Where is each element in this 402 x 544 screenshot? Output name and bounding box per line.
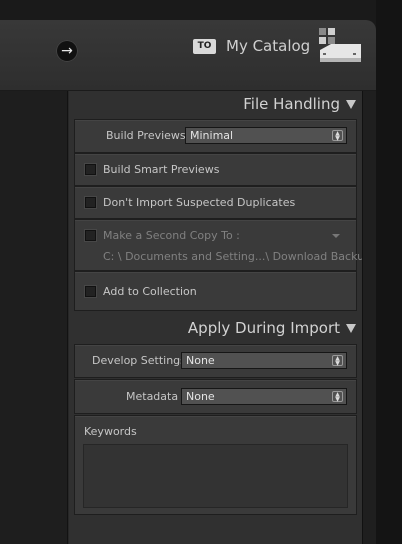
destination-settings-panel: File Handling Build Previews Minimal ▲ ▼ … xyxy=(69,91,376,544)
second-copy-dropdown-icon[interactable] xyxy=(332,234,340,238)
stepper-icon: ▲ ▼ xyxy=(332,130,343,142)
dont-import-duplicates-label[interactable]: Don't Import Suspected Duplicates xyxy=(103,196,295,209)
apply-during-import-header[interactable]: Apply During Import xyxy=(69,316,362,340)
develop-settings-label: Develop Settings xyxy=(92,354,186,367)
build-previews-value: Minimal xyxy=(190,129,234,142)
arrow-right-icon[interactable]: → xyxy=(56,40,78,62)
metadata-label: Metadata xyxy=(126,390,179,403)
keywords-input[interactable] xyxy=(83,444,348,508)
background-edge xyxy=(376,0,402,544)
metadata-value: None xyxy=(186,390,215,403)
file-handling-header[interactable]: File Handling xyxy=(69,92,362,116)
develop-settings-row: Develop Settings None ▲ ▼ xyxy=(74,344,357,378)
build-previews-label: Build Previews xyxy=(106,129,186,142)
collapse-triangle-icon[interactable] xyxy=(346,324,356,333)
import-window: → TO My Catalog File Handling Build Prev… xyxy=(0,20,376,544)
build-smart-previews-label[interactable]: Build Smart Previews xyxy=(103,163,219,176)
metadata-row: Metadata None ▲ ▼ xyxy=(74,379,357,414)
to-badge: TO xyxy=(193,39,216,54)
file-handling-title: File Handling xyxy=(243,95,340,113)
develop-settings-value: None xyxy=(186,354,215,367)
panel-scrollbar[interactable] xyxy=(362,91,376,544)
apply-during-import-title: Apply During Import xyxy=(187,319,340,337)
second-copy-checkbox[interactable] xyxy=(85,230,96,241)
add-to-collection-label[interactable]: Add to Collection xyxy=(103,285,197,298)
add-to-collection-row: Add to Collection xyxy=(74,271,357,311)
keywords-label: Keywords xyxy=(84,425,137,438)
metadata-select[interactable]: None ▲ ▼ xyxy=(181,388,347,405)
build-previews-select[interactable]: Minimal ▲ ▼ xyxy=(185,127,347,144)
develop-settings-select[interactable]: None ▲ ▼ xyxy=(181,352,347,369)
hard-drive-icon[interactable] xyxy=(317,28,363,66)
catalog-name[interactable]: My Catalog xyxy=(226,37,310,55)
build-smart-previews-checkbox[interactable] xyxy=(85,164,96,175)
build-smart-previews-row: Build Smart Previews xyxy=(74,153,357,186)
second-copy-path: C: \ Documents and Setting...\ Download … xyxy=(103,250,376,263)
stepper-icon: ▲ ▼ xyxy=(332,391,343,403)
top-bar: → TO My Catalog xyxy=(0,20,376,91)
keywords-row: Keywords xyxy=(74,415,357,515)
dont-import-duplicates-checkbox[interactable] xyxy=(85,197,96,208)
build-previews-row: Build Previews Minimal ▲ ▼ xyxy=(74,119,357,153)
dont-import-duplicates-row: Don't Import Suspected Duplicates xyxy=(74,186,357,219)
source-panel xyxy=(0,91,68,544)
second-copy-label[interactable]: Make a Second Copy To : xyxy=(103,229,240,242)
collapse-triangle-icon[interactable] xyxy=(346,100,356,109)
stepper-icon: ▲ ▼ xyxy=(332,355,343,367)
second-copy-row: Make a Second Copy To : C: \ Documents a… xyxy=(74,219,376,271)
add-to-collection-checkbox[interactable] xyxy=(85,286,96,297)
